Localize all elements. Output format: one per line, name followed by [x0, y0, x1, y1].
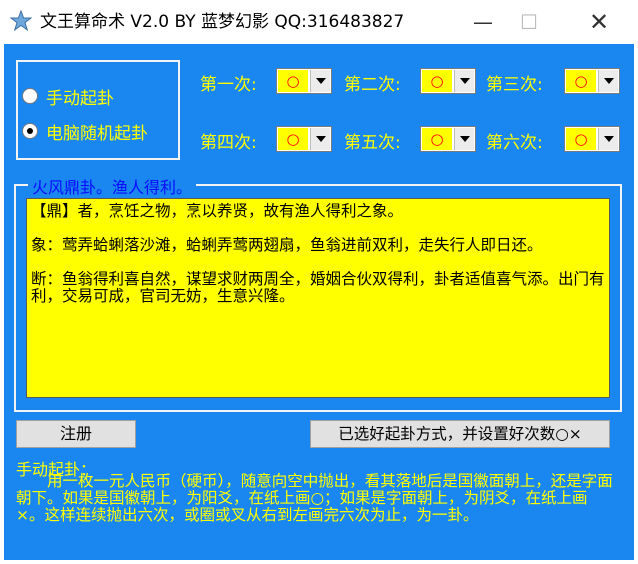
count-1-label: 第一次: [200, 75, 257, 95]
divination-status-button[interactable]: 已选好起卦方式，并设置好次数○× [310, 420, 610, 448]
star-app-icon [10, 10, 32, 32]
maximize-button: ☐ [520, 10, 538, 34]
count-1-value: ○ [278, 70, 308, 92]
register-button[interactable]: 注册 [16, 420, 136, 448]
count-6-label: 第六次: [486, 133, 543, 153]
chevron-down-icon[interactable] [310, 128, 330, 150]
count-4-value: ○ [278, 128, 308, 150]
random-mode-label[interactable]: 电脑随机起卦 [46, 119, 148, 144]
manual-mode-radio[interactable] [22, 88, 38, 104]
client-area: 手动起卦 电脑随机起卦 第一次: ○ 第二次: ○ 第三次: ○ 第四次: ○ … [4, 44, 634, 560]
mode-group [16, 60, 180, 160]
count-6-value: ○ [566, 128, 596, 150]
count-2-select[interactable]: ○ [420, 68, 476, 94]
count-4-select[interactable]: ○ [276, 126, 332, 152]
result-paragraph: 象：莺弄蛤蜊落沙滩，蛤蜊弄莺两翅扇，鱼翁进前双利，走失行人即日还。 [31, 236, 543, 254]
count-3-value: ○ [566, 70, 596, 92]
count-5-value: ○ [422, 128, 452, 150]
random-mode-radio[interactable] [22, 123, 38, 139]
count-2-value: ○ [422, 70, 452, 92]
title-bar: 文王算命术 V2.0 BY 蓝梦幻影 QQ:316483827 — ☐ ✕ [0, 0, 638, 44]
chevron-down-icon[interactable] [310, 70, 330, 92]
count-1-select[interactable]: ○ [276, 68, 332, 94]
help-text: 用一枚一元人民币（硬币），随意向空中抛出，看其落地后是国徽面朝上，还是字面朝下。… [16, 472, 613, 524]
count-6-select[interactable]: ○ [564, 126, 620, 152]
close-button[interactable]: ✕ [576, 0, 622, 44]
count-4-label: 第四次: [200, 133, 257, 153]
minimize-button[interactable]: — [460, 0, 506, 44]
chevron-down-icon[interactable] [454, 70, 474, 92]
count-5-label: 第五次: [344, 133, 401, 153]
count-3-label: 第三次: [486, 75, 543, 95]
count-5-select[interactable]: ○ [420, 126, 476, 152]
window-title: 文王算命术 V2.0 BY 蓝梦幻影 QQ:316483827 [40, 12, 405, 32]
count-3-select[interactable]: ○ [564, 68, 620, 94]
manual-mode-label[interactable]: 手动起卦 [46, 84, 114, 109]
count-2-label: 第二次: [344, 75, 401, 95]
chevron-down-icon[interactable] [454, 128, 474, 150]
result-textbox[interactable]: 【鼎】者，烹饪之物，烹以养贤，故有渔人得利之象。 象：莺弄蛤蜊落沙滩，蛤蜊弄莺两… [26, 198, 610, 398]
result-paragraph: 断：鱼翁得利喜自然，谋望求财两周全，婚姻合伙双得利，卦者适值喜气添。出门有利，交… [31, 270, 605, 305]
result-paragraph: 【鼎】者，烹饪之物，烹以养贤，故有渔人得利之象。 [31, 202, 404, 220]
result-title: 火风鼎卦。渔人得利。 [28, 174, 197, 198]
chevron-down-icon[interactable] [598, 128, 618, 150]
chevron-down-icon[interactable] [598, 70, 618, 92]
